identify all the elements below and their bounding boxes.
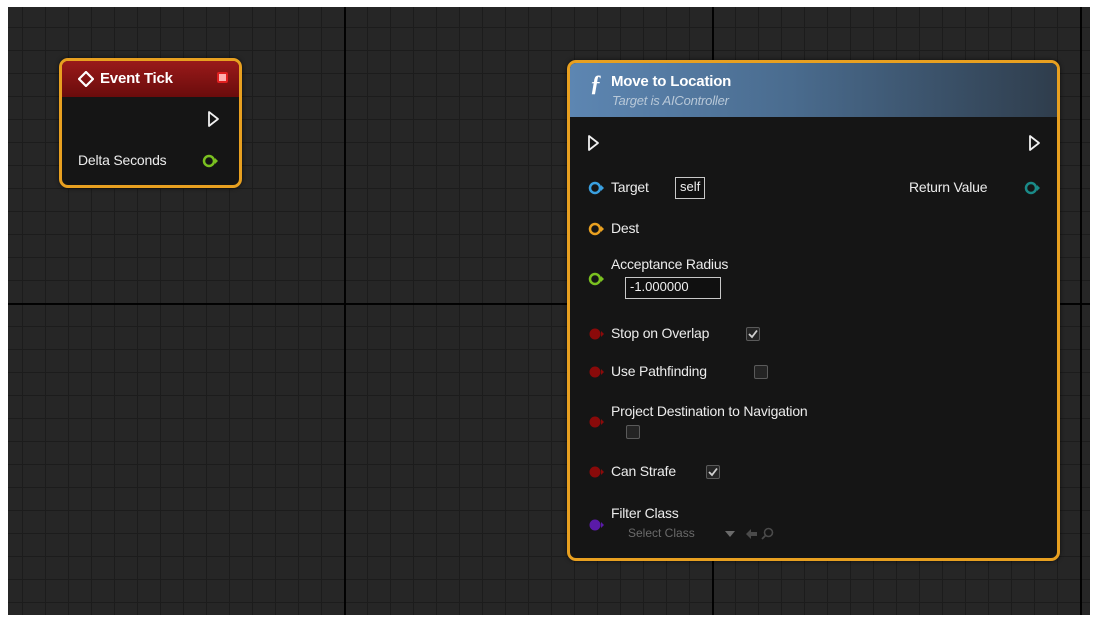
move-to-location-title: Move to Location	[611, 73, 732, 90]
return-value-label: Return Value	[909, 179, 988, 195]
move-to-location-subtitle: Target is AIController	[612, 93, 729, 108]
return-value-pin-icon[interactable]	[1023, 180, 1041, 196]
exec-input-pin-icon[interactable]	[587, 134, 601, 152]
project-destination-checkbox[interactable]	[626, 425, 640, 439]
use-pathfinding-checkbox[interactable]	[754, 365, 768, 379]
can-strafe-pin-icon[interactable]	[587, 464, 605, 480]
checkmark-icon	[708, 467, 718, 477]
filter-class-pin-icon[interactable]	[587, 517, 605, 533]
project-destination-label: Project Destination to Navigation	[611, 403, 808, 419]
exec-output-pin-icon[interactable]	[207, 110, 221, 128]
filter-class-label: Filter Class	[611, 505, 679, 521]
blueprint-graph-canvas[interactable]: Event Tick Delta Seconds ƒ Move to Locat…	[8, 7, 1090, 615]
delta-seconds-label: Delta Seconds	[78, 152, 167, 168]
acceptance-radius-label: Acceptance Radius	[611, 256, 729, 272]
filter-class-dropdown[interactable]: Select Class	[626, 525, 746, 543]
delegate-output-pin[interactable]	[217, 72, 228, 83]
project-destination-pin-icon[interactable]	[587, 414, 605, 430]
use-selected-arrow-icon[interactable]	[746, 529, 758, 539]
exec-output-pin-icon[interactable]	[1028, 134, 1042, 152]
target-label: Target	[611, 179, 649, 195]
function-icon: ƒ	[590, 71, 602, 96]
use-pathfinding-pin-icon[interactable]	[587, 364, 605, 380]
stop-on-overlap-checkbox[interactable]	[746, 327, 760, 341]
stop-on-overlap-pin-icon[interactable]	[587, 326, 605, 342]
event-tick-node[interactable]: Event Tick Delta Seconds	[59, 58, 242, 188]
browse-search-icon[interactable]	[761, 527, 774, 540]
target-value-field[interactable]: self	[675, 177, 706, 199]
acceptance-radius-field[interactable]: -1.000000	[625, 277, 721, 299]
float-output-pin-icon[interactable]	[201, 153, 219, 169]
event-diamond-icon	[78, 71, 94, 87]
dest-label: Dest	[611, 220, 639, 236]
can-strafe-label: Can Strafe	[611, 463, 676, 479]
checkmark-icon	[748, 329, 758, 339]
target-pin-icon[interactable]	[587, 180, 605, 196]
move-to-location-node[interactable]: ƒ Move to Location Target is AIControlle…	[567, 60, 1060, 561]
stop-on-overlap-label: Stop on Overlap	[611, 325, 710, 341]
use-pathfinding-label: Use Pathfinding	[611, 363, 707, 379]
move-to-location-header[interactable]	[570, 63, 1057, 117]
event-tick-title: Event Tick	[100, 70, 173, 87]
filter-class-value: Select Class	[628, 526, 695, 540]
chevron-down-icon	[725, 531, 735, 537]
dest-pin-icon[interactable]	[587, 221, 605, 237]
can-strafe-checkbox[interactable]	[706, 465, 720, 479]
acceptance-radius-pin-icon[interactable]	[587, 271, 605, 287]
